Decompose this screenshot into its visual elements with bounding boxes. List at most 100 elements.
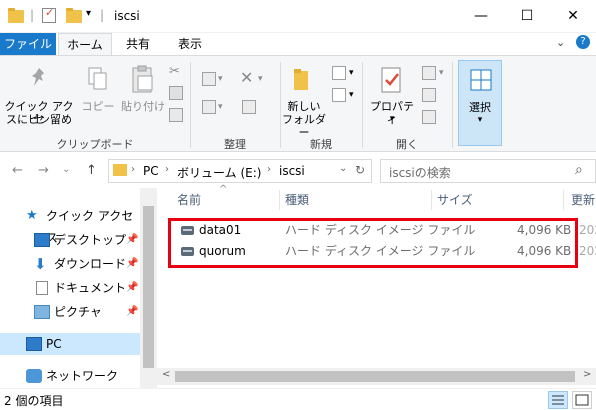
column-separator[interactable] <box>431 190 432 210</box>
search-box[interactable]: iscsiの検索 ⌕ <box>380 159 596 183</box>
breadcrumb-separator[interactable]: › <box>165 164 169 175</box>
download-icon: ⬇ <box>34 255 47 273</box>
easy-access-icon[interactable] <box>332 88 346 102</box>
rename-icon[interactable] <box>242 100 256 114</box>
status-bar: 2 個の項目 <box>0 388 596 410</box>
address-bar[interactable]: › PC › ボリューム (E:) › iscsi ⌄ ↻ <box>108 159 372 183</box>
details-view-button[interactable] <box>548 391 568 409</box>
sidebar-item-pictures[interactable]: ピクチャ 📌 <box>0 301 140 323</box>
open-dropdown[interactable]: ▾ <box>439 68 444 78</box>
horizontal-scroll-thumb[interactable] <box>175 371 575 382</box>
help-icon[interactable]: ? <box>576 35 590 49</box>
properties-button[interactable]: プロパティ ▾ <box>366 60 418 132</box>
title-bar: | ✓ ▾ | iscsi — ☐ ✕ <box>0 0 596 33</box>
copy-to-icon[interactable] <box>202 100 216 114</box>
details-view-icon <box>552 395 564 405</box>
new-item-dropdown[interactable]: ▾ <box>349 68 354 78</box>
pin-quick-access-button[interactable]: クイック アクセ スにピン留め <box>4 60 74 132</box>
properties-dropdown[interactable]: ▾ <box>366 113 418 126</box>
recent-locations-button[interactable]: ⌄ <box>62 164 70 175</box>
copy-label: コピー <box>81 100 115 113</box>
up-button[interactable]: ↑ <box>86 163 97 178</box>
sidebar-item-quick-access[interactable]: ★ クイック アクセス <box>0 205 140 245</box>
move-to-dropdown[interactable]: ▾ <box>218 74 223 84</box>
sidebar-item-label: ドキュメント <box>54 281 127 295</box>
folder-icon <box>8 8 24 24</box>
sidebar-scrollbar[interactable] <box>140 188 157 388</box>
column-separator[interactable] <box>563 190 564 210</box>
copy-path-icon[interactable] <box>169 86 183 100</box>
open-icon[interactable] <box>422 66 436 80</box>
new-folder-quick-icon[interactable] <box>66 8 82 24</box>
file-date: 202( <box>579 244 596 258</box>
back-button[interactable]: ← <box>12 163 23 178</box>
new-folder-button[interactable]: 新しい フォルダー <box>282 60 326 139</box>
tab-file[interactable]: ファイル <box>0 33 56 55</box>
sidebar-item-downloads[interactable]: ⬇ ダウンロード 📌 <box>0 253 140 275</box>
minimize-button[interactable]: — <box>458 0 504 32</box>
pin-icon[interactable]: 📌 <box>126 277 138 299</box>
column-header-size[interactable]: サイズ <box>437 188 557 212</box>
sidebar-item-label: デスクトップ <box>54 233 127 247</box>
tab-home[interactable]: ホーム <box>58 33 112 56</box>
copy-to-dropdown[interactable]: ▾ <box>218 102 223 112</box>
ribbon: クイック アクセ スにピン留め コピー 貼り付け ✂ クリップボード ▾ ▾ ✕… <box>0 55 596 152</box>
breadcrumb-separator[interactable]: › <box>267 164 271 175</box>
easy-access-dropdown[interactable]: ▾ <box>349 90 354 100</box>
cut-icon[interactable]: ✂ <box>169 64 183 79</box>
new-item-icon[interactable] <box>332 66 346 80</box>
network-icon <box>26 369 42 383</box>
horizontal-scrollbar[interactable]: < > <box>157 368 596 385</box>
quick-access-dropdown[interactable]: ▾ <box>86 8 91 24</box>
search-input[interactable]: iscsiの検索 <box>389 164 451 181</box>
sidebar-item-network[interactable]: ネットワーク <box>0 365 140 387</box>
column-header-type[interactable]: 種類 <box>285 188 425 212</box>
large-icons-view-button[interactable] <box>572 391 592 409</box>
desktop-icon <box>34 233 50 247</box>
refresh-button[interactable]: ↻ <box>355 163 365 177</box>
sidebar-item-pc[interactable]: PC <box>0 333 140 355</box>
breadcrumb-volume-e[interactable]: ボリューム (E:) <box>177 164 261 181</box>
sidebar-item-documents[interactable]: ドキュメント 📌 <box>0 277 140 299</box>
breadcrumb-separator[interactable]: › <box>131 164 135 175</box>
tab-share[interactable]: 共有 <box>118 33 158 55</box>
close-button[interactable]: ✕ <box>550 0 596 32</box>
scroll-right-button[interactable]: > <box>583 369 591 380</box>
paste-shortcut-icon[interactable] <box>169 108 183 122</box>
forward-button[interactable]: → <box>38 163 49 178</box>
pin-icon[interactable]: 📌 <box>126 253 138 275</box>
new-folder-icon <box>294 69 308 90</box>
qa-separator: | <box>30 8 35 22</box>
pin-quick-access-label-2: スにピン留め <box>6 113 72 126</box>
pin-icon[interactable]: 📌 <box>126 229 138 251</box>
copy-button[interactable]: コピー <box>78 60 118 120</box>
pin-icon[interactable]: 📌 <box>126 301 138 323</box>
column-header-modified[interactable]: 更新 <box>571 188 596 212</box>
column-header-name[interactable]: 名前 <box>177 188 277 212</box>
delete-dropdown[interactable]: ▾ <box>258 74 263 84</box>
edit-icon[interactable] <box>422 88 436 102</box>
maximize-button[interactable]: ☐ <box>504 0 550 32</box>
column-separator[interactable] <box>279 190 280 210</box>
breadcrumb-pc[interactable]: PC <box>143 164 159 178</box>
scroll-left-button[interactable]: < <box>162 369 170 380</box>
large-icons-view-icon <box>575 394 589 406</box>
navigation-pane: ★ クイック アクセス デスクトップ 📌 ⬇ ダウンロード 📌 ドキュメント 📌… <box>0 188 140 388</box>
tab-view[interactable]: 表示 <box>170 33 210 55</box>
sidebar-scroll-thumb[interactable] <box>143 206 154 368</box>
paste-button[interactable]: 貼り付け <box>120 60 166 120</box>
ribbon-collapse-icon[interactable]: ⌄ <box>556 36 565 49</box>
pc-icon <box>26 337 42 351</box>
properties-quick-icon[interactable]: ✓ <box>42 6 56 23</box>
search-icon[interactable]: ⌕ <box>575 162 583 178</box>
move-to-icon[interactable] <box>202 72 216 86</box>
delete-icon[interactable]: ✕ <box>240 68 253 87</box>
navigation-bar: ← → ⌄ ↑ › PC › ボリューム (E:) › iscsi ⌄ ↻ is… <box>0 152 596 188</box>
select-button[interactable]: 選択 ▾ <box>458 60 502 146</box>
select-dropdown[interactable]: ▾ <box>459 114 501 127</box>
sidebar-item-desktop[interactable]: デスクトップ 📌 <box>0 229 140 251</box>
history-icon[interactable] <box>422 110 436 124</box>
address-dropdown[interactable]: ⌄ <box>339 163 347 174</box>
document-icon <box>36 281 48 295</box>
breadcrumb-iscsi[interactable]: iscsi <box>279 164 305 178</box>
